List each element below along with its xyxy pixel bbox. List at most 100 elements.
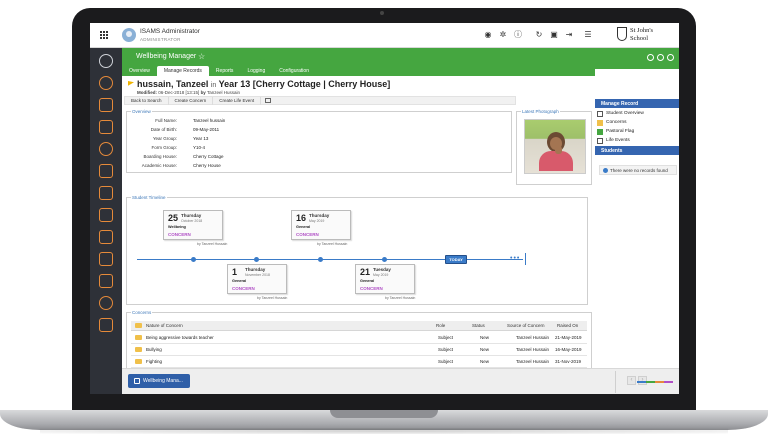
menu-icon[interactable]: ☰ xyxy=(583,30,593,40)
create-life-event-button[interactable]: Create Life Event xyxy=(213,96,262,105)
photo-legend: Latest Photograph xyxy=(521,109,560,114)
user-circle-icon[interactable]: ◉ xyxy=(483,30,493,40)
gear-icon[interactable]: ✲ xyxy=(498,30,508,40)
event-weekday: Thursday xyxy=(181,213,202,218)
event-type: General xyxy=(360,279,375,283)
event-tag: CONCERN xyxy=(296,232,319,237)
table-row[interactable]: Bullying Subject New Tanzeel Hussain 16-… xyxy=(131,345,587,356)
nav-life-events[interactable]: Life Events xyxy=(597,136,630,145)
tab-reports[interactable]: Reports xyxy=(209,66,241,76)
logout-icon[interactable]: ⇥ xyxy=(564,30,574,40)
table-row[interactable]: Being aggressive towards teacher Subject… xyxy=(131,333,587,344)
overview-panel: Overview Full Name: Tanzeel hussain Date… xyxy=(126,109,512,173)
photo-panel: Latest Photograph xyxy=(516,109,592,185)
create-concern-button[interactable]: Create Concern xyxy=(169,96,214,105)
today-marker[interactable]: TODAY xyxy=(445,255,467,264)
students-header: Students xyxy=(595,146,679,155)
avatar[interactable] xyxy=(122,28,136,42)
timeline-dot[interactable] xyxy=(254,257,259,262)
restore-icon[interactable] xyxy=(657,54,664,61)
timeline-event[interactable]: 21 Tuesday May 2019 General CONCERN xyxy=(355,264,415,294)
student-photo xyxy=(524,119,586,174)
minimize-icon[interactable] xyxy=(647,54,654,61)
calendar-number-module-icon[interactable] xyxy=(99,318,113,332)
right-panel-header xyxy=(595,48,679,69)
gear-module-icon[interactable] xyxy=(99,208,113,222)
event-author: by Tanzeel Hussain xyxy=(317,242,348,246)
event-day: 1 xyxy=(232,267,238,277)
taskbar-button-label: Wellbeing Mana... xyxy=(143,378,183,384)
event-month: May 2019 xyxy=(373,273,389,277)
timetable-module-icon[interactable] xyxy=(99,186,113,200)
school-logo: St John's School xyxy=(617,26,675,45)
table-cell: 16-May-2019 xyxy=(555,347,582,352)
modified-label: Modified: xyxy=(137,90,157,95)
event-type: General xyxy=(296,225,311,229)
brand-color-strip xyxy=(637,381,673,383)
chevron-left-icon[interactable]: ‹ xyxy=(627,376,636,385)
toolbar-icons: ◉ ✲ ⓘ ↻ ▣ ⇥ ☰ xyxy=(483,30,593,40)
student-title: hussain, Tanzeel in Year 13 [Cherry Cott… xyxy=(137,79,390,89)
timeline-event[interactable]: 25 Thursday October 2018 Wellbeing CONCE… xyxy=(163,210,223,240)
register-module-icon[interactable] xyxy=(99,120,113,134)
column-header[interactable]: Raised On xyxy=(557,323,578,328)
app-grid-icon[interactable] xyxy=(100,31,108,39)
modified-by-word: by xyxy=(200,90,206,95)
tools-module-icon[interactable] xyxy=(99,296,113,310)
blocks-module-icon[interactable] xyxy=(99,164,113,178)
table-cell: New xyxy=(480,347,490,352)
nav-concerns[interactable]: Concerns xyxy=(597,118,627,127)
timeline-event[interactable]: 16 Thursday May 2019 General CONCERN xyxy=(291,210,351,240)
column-header[interactable]: Source of Concern xyxy=(507,323,545,328)
nav-label: Concerns xyxy=(606,120,627,125)
table-cell: Bullying xyxy=(146,347,162,352)
timeline-event[interactable]: 1 Thursday November 2018 General CONCERN xyxy=(227,264,287,294)
taskbar-wellbeing-button[interactable]: Wellbeing Mana... xyxy=(128,374,190,388)
timeline-more-icon[interactable]: ••• xyxy=(510,255,520,262)
favourite-star-icon[interactable]: ☆ xyxy=(198,52,205,61)
laptop-shadow xyxy=(40,428,728,434)
overview-value: Y10-4 xyxy=(193,145,206,150)
column-header[interactable]: Nature of Concern xyxy=(146,323,183,328)
tab-overview[interactable]: Overview xyxy=(122,66,157,76)
info-icon[interactable]: ⓘ xyxy=(513,30,523,40)
close-icon[interactable] xyxy=(667,54,674,61)
timeline-dot[interactable] xyxy=(191,257,196,262)
lock-icon[interactable]: ▣ xyxy=(549,30,559,40)
table-cell: 21-May-2019 xyxy=(555,335,582,340)
table-row[interactable]: Fighting Subject New Tanzeel Hussain 31-… xyxy=(131,357,587,368)
settings-module-icon[interactable] xyxy=(99,76,113,90)
nav-student-overview[interactable]: Student Overview xyxy=(597,109,644,118)
overview-icon xyxy=(597,110,603,117)
column-header[interactable]: Status xyxy=(472,323,485,328)
timeline-legend: Student Timeline xyxy=(131,195,167,200)
hierarchy-module-icon[interactable] xyxy=(99,230,113,244)
back-to-search-button[interactable]: Back to Search xyxy=(125,96,169,105)
document-module-icon[interactable] xyxy=(99,252,113,266)
right-panel: Manage Record Student Overview Concerns … xyxy=(595,48,679,368)
tab-logging[interactable]: Logging xyxy=(240,66,272,76)
table-cell: New xyxy=(480,335,490,340)
table-cell: Tanzeel Hussain xyxy=(516,347,550,352)
crest-icon xyxy=(617,27,627,41)
manage-record-header: Manage Record xyxy=(595,99,679,108)
flag-icon xyxy=(597,128,603,135)
laptop-notch xyxy=(330,410,438,418)
nav-label: Student Overview xyxy=(606,111,644,116)
refresh-icon[interactable]: ↻ xyxy=(534,30,544,40)
print-icon[interactable] xyxy=(265,98,272,103)
overview-label: Date of Birth: xyxy=(150,127,177,132)
timeline-dot[interactable] xyxy=(318,257,323,262)
umbrella-module-icon[interactable] xyxy=(99,142,113,156)
event-author: by Tanzeel Hussain xyxy=(197,242,228,246)
code-module-icon[interactable] xyxy=(99,274,113,288)
table-cell: Tanzeel Hussain xyxy=(516,359,550,364)
column-header[interactable]: Role xyxy=(436,323,445,328)
dashboard-icon[interactable] xyxy=(99,54,113,68)
timeline-dot[interactable] xyxy=(382,257,387,262)
tab-configuration[interactable]: Configuration xyxy=(272,66,316,76)
tab-manage-records[interactable]: Manage Records xyxy=(156,66,209,76)
top-bar: ISAMS Administrator ADMINISTRATOR ◉ ✲ ⓘ … xyxy=(90,23,679,48)
calendar-module-icon[interactable] xyxy=(99,98,113,112)
nav-pastoral-flag[interactable]: Pastoral Flag xyxy=(597,127,634,136)
